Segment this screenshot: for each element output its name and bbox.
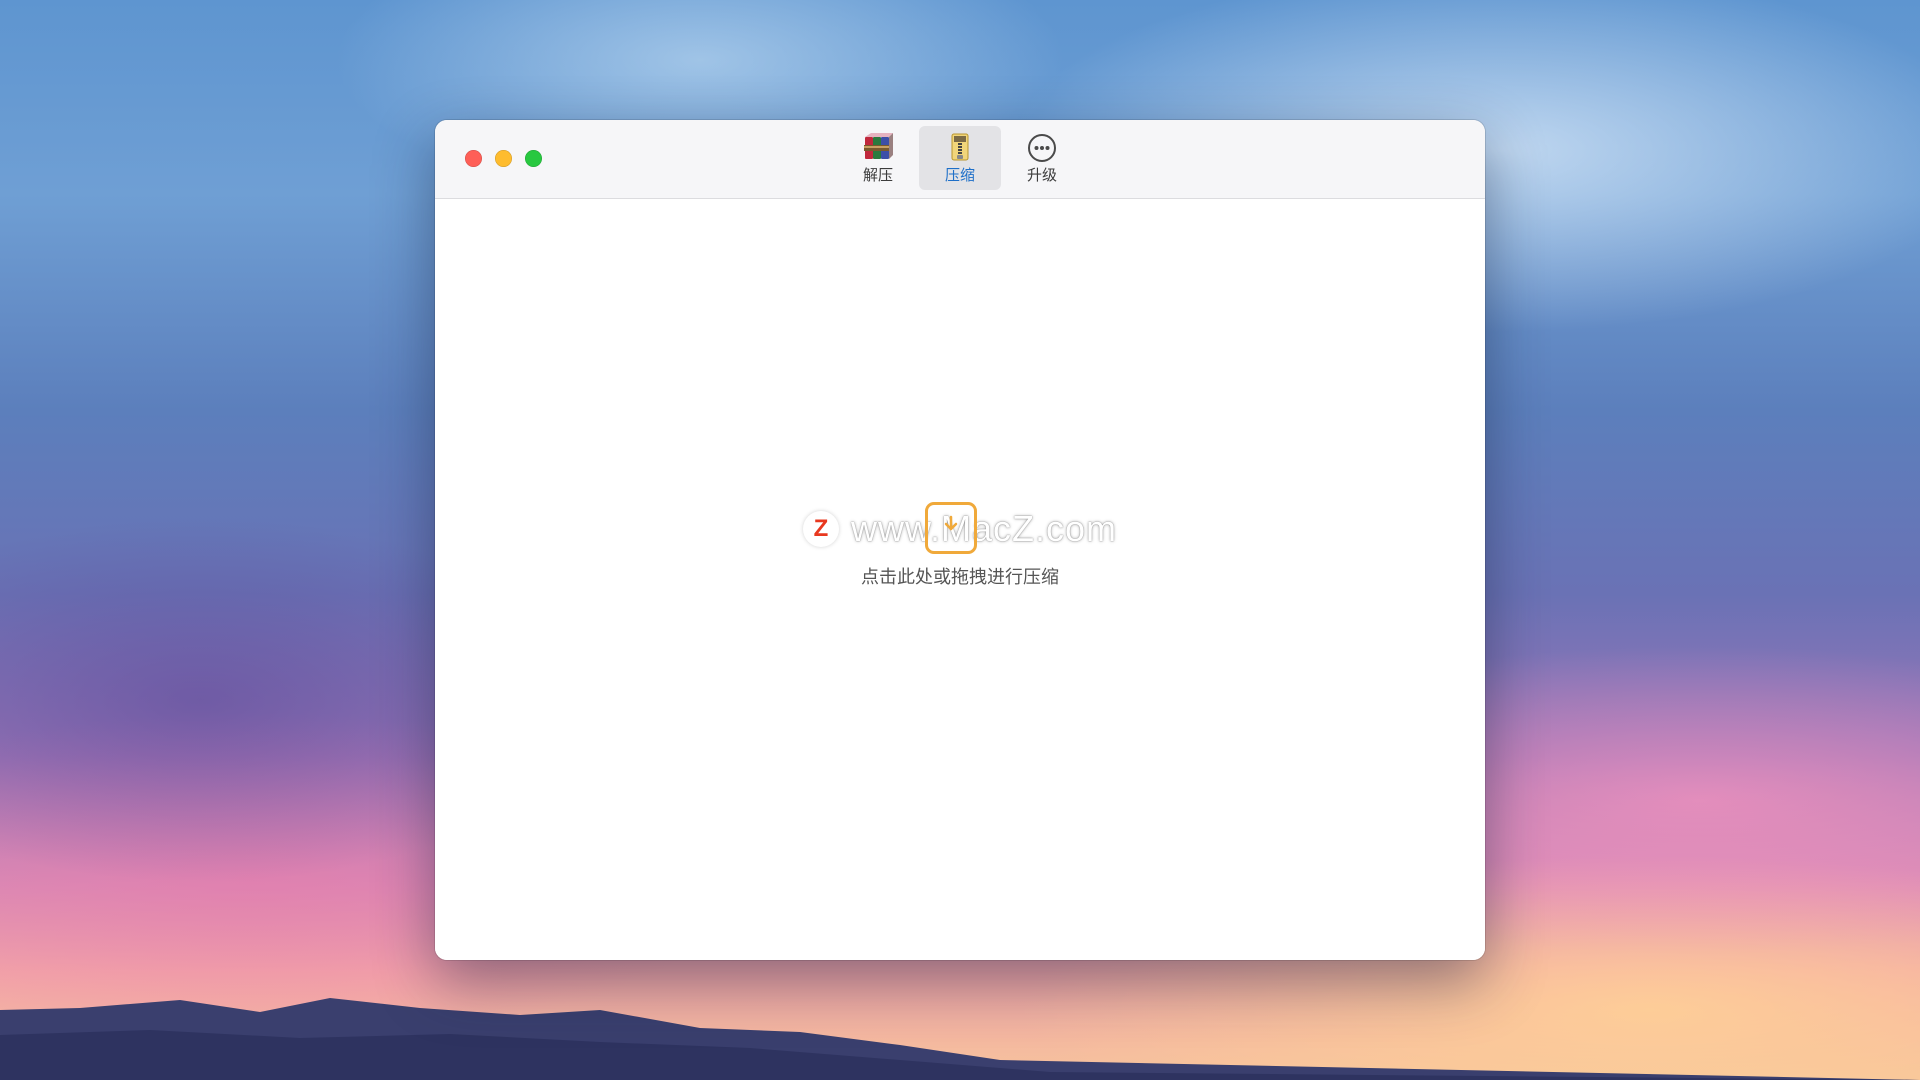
toolbar-item-upgrade[interactable]: 升级	[1001, 126, 1083, 190]
toolbar-item-label: 解压	[862, 166, 893, 184]
compress-drop-zone[interactable]: Z www.MacZ.com 点击此处或拖拽进行压缩	[760, 499, 1160, 619]
content-area: Z www.MacZ.com 点击此处或拖拽进行压缩	[435, 199, 1485, 960]
watermark-text: www.MacZ.com	[850, 508, 1118, 549]
zip-file-icon	[942, 132, 978, 164]
desktop-wallpaper: 解压 压缩 升级 Z www.MacZ.com 点击此处或拖拽进行压缩	[0, 0, 1920, 1080]
toolbar-item-compress[interactable]: 压缩	[919, 126, 1001, 190]
wallpaper-mountains	[0, 998, 1920, 1080]
site-watermark: Z www.MacZ.com	[780, 499, 1140, 559]
title-bar: 解压 压缩 升级	[435, 120, 1485, 199]
download-arrow-icon	[925, 502, 977, 554]
toolbar-item-extract[interactable]: 解压	[837, 126, 919, 190]
app-window: 解压 压缩 升级 Z www.MacZ.com 点击此处或拖拽进行压缩	[435, 120, 1485, 960]
toolbar: 解压 压缩 升级	[435, 126, 1485, 192]
archive-books-icon	[860, 132, 896, 164]
drop-zone-hint: 点击此处或拖拽进行压缩	[861, 567, 1059, 588]
toolbar-item-label: 压缩	[944, 166, 975, 184]
watermark-badge: Z	[802, 511, 839, 547]
toolbar-item-label: 升级	[1026, 166, 1057, 184]
more-circle-icon	[1024, 132, 1060, 164]
